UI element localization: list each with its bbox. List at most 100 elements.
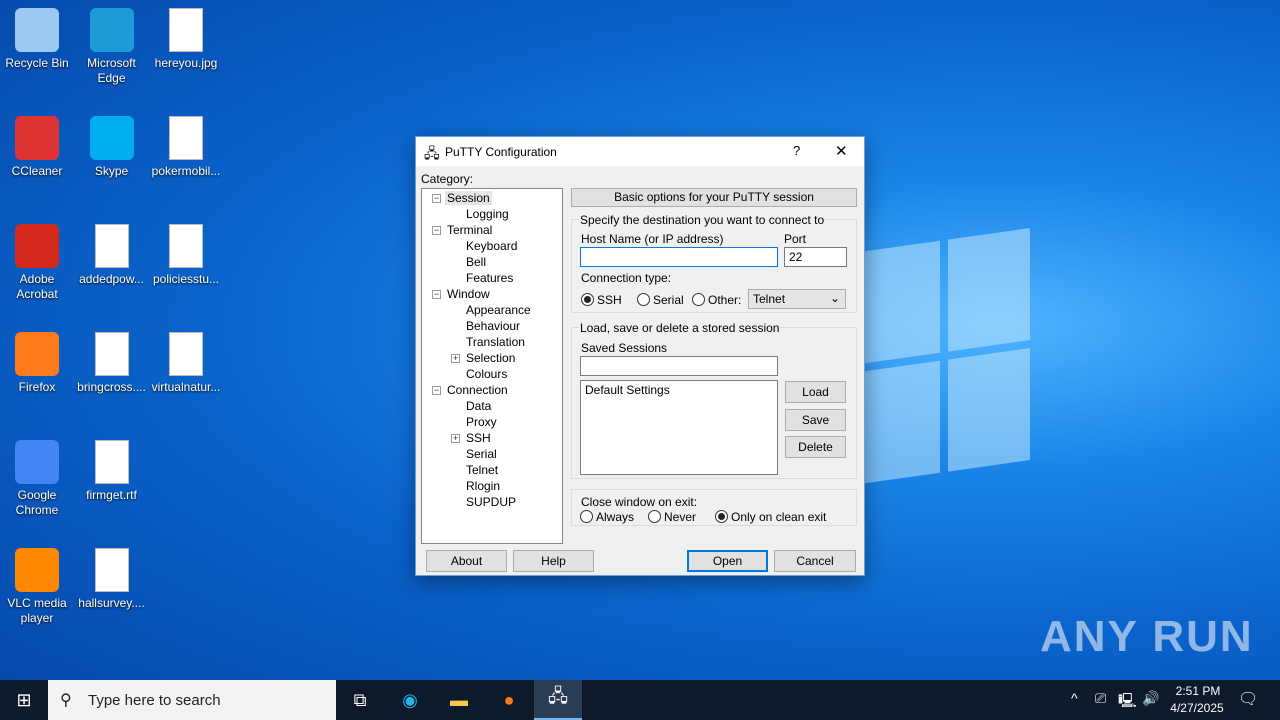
search-box[interactable]: ⚲ Type here to search	[48, 680, 336, 720]
saved-sessions-label: Saved Sessions	[581, 341, 668, 355]
desktop-icon[interactable]: Adobe Acrobat	[0, 224, 74, 302]
radio-never[interactable]: Never	[648, 510, 696, 524]
desktop-icon-label: bringcross....	[77, 380, 146, 394]
tree-item-ssh[interactable]: SSH	[466, 431, 491, 445]
saved-sessions-input[interactable]	[580, 356, 778, 376]
task-view-icon[interactable]: ⧉	[336, 680, 384, 720]
tree-item-connection[interactable]: Connection	[447, 383, 508, 397]
help-dialog-button[interactable]: Help	[513, 550, 594, 572]
desktop-icon-label: CCleaner	[11, 164, 63, 178]
notifications-icon[interactable]: 🗨	[1238, 689, 1258, 709]
delete-button[interactable]: Delete	[785, 436, 846, 458]
host-name-input[interactable]	[580, 247, 778, 267]
save-button[interactable]: Save	[785, 409, 846, 431]
tree-item-supdup[interactable]: SUPDUP	[466, 495, 516, 509]
file-icon	[169, 332, 203, 376]
about-button[interactable]: About	[426, 550, 507, 572]
tree-item-telnet[interactable]: Telnet	[466, 463, 498, 477]
app-icon	[15, 440, 59, 484]
desktop-icon[interactable]: CCleaner	[0, 116, 74, 179]
desktop-icon[interactable]: Google Chrome	[0, 440, 74, 518]
clock-time[interactable]: 2:51 PM	[1173, 684, 1223, 698]
volume-icon[interactable]: 🔊	[1142, 690, 1159, 707]
tree-item-selection[interactable]: Selection	[466, 351, 515, 365]
tree-item-serial[interactable]: Serial	[466, 447, 497, 461]
app-icon	[89, 116, 134, 160]
tree-item-session[interactable]: Session	[445, 191, 492, 205]
desktop-icon[interactable]: addedpow...	[75, 224, 149, 287]
load-button[interactable]: Load	[785, 381, 846, 403]
desktop-icon[interactable]: VLC media player	[0, 548, 74, 626]
desktop-icon-label: policiesstu...	[152, 272, 220, 286]
collapse-icon[interactable]: −	[432, 290, 441, 299]
port-input[interactable]: 22	[784, 247, 847, 267]
desktop-icon-label: hereyou.jpg	[154, 56, 218, 70]
port-label: Port	[784, 232, 807, 246]
tree-item-translation[interactable]: Translation	[466, 335, 525, 349]
edge-taskbar-icon[interactable]: ◉	[386, 680, 434, 720]
app-icon	[15, 8, 59, 52]
title-bar[interactable]: 🖧 PuTTY Configuration ? ✕	[416, 137, 864, 166]
protocol-select[interactable]: Telnet ⌄	[748, 289, 846, 309]
radio-other[interactable]: Other:	[692, 293, 741, 307]
expand-icon[interactable]: +	[451, 434, 460, 443]
app-icon	[15, 224, 59, 268]
desktop-icon[interactable]: hallsurvey....	[75, 548, 149, 611]
tree-item-appearance[interactable]: Appearance	[466, 303, 531, 317]
app-icon	[15, 548, 59, 592]
putty-configuration-dialog: 🖧 PuTTY Configuration ? ✕ Category: Sess…	[415, 136, 865, 576]
chevron-up-icon[interactable]: ^	[1071, 690, 1078, 706]
clock-date[interactable]: 4/27/2025	[1166, 701, 1228, 715]
radio-always[interactable]: Always	[580, 510, 634, 524]
collapse-icon[interactable]: −	[432, 226, 441, 235]
desktop-icon[interactable]: Microsoft Edge	[75, 8, 149, 86]
tree-item-bell[interactable]: Bell	[466, 255, 486, 269]
desktop-icon[interactable]: pokermobil...	[149, 116, 223, 179]
file-explorer-icon[interactable]: ▬	[435, 680, 483, 720]
tree-item-data[interactable]: Data	[466, 399, 491, 413]
tree-item-colours[interactable]: Colours	[466, 367, 507, 381]
category-tree[interactable]: Session − Logging Terminal − Keyboard Bell Feat…	[421, 188, 563, 544]
putty-taskbar-icon[interactable]: 🖧	[534, 680, 582, 720]
desktop-icon-label: Google Chrome	[15, 488, 59, 517]
network-icon[interactable]: 🖳	[1118, 690, 1137, 714]
help-button[interactable]: ?	[793, 143, 800, 158]
meet-now-icon[interactable]: ⎚	[1095, 690, 1106, 707]
desktop-icon-label: VLC media player	[7, 596, 67, 625]
expand-icon[interactable]: +	[451, 354, 460, 363]
desktop-icon-label: Adobe Acrobat	[16, 272, 58, 301]
collapse-icon[interactable]: −	[432, 386, 441, 395]
file-icon	[94, 440, 129, 484]
radio-ssh[interactable]: SSH	[581, 293, 622, 307]
desktop-icon[interactable]: firmget.rtf	[75, 440, 149, 503]
desktop-icon[interactable]: bringcross....	[75, 332, 149, 395]
desktop-icon-label: pokermobil...	[151, 164, 221, 178]
cancel-button[interactable]: Cancel	[774, 550, 856, 572]
sessions-list[interactable]: Default Settings	[580, 380, 778, 475]
desktop-icon[interactable]: Recycle Bin	[0, 8, 74, 71]
desktop-icon[interactable]: policiesstu...	[149, 224, 223, 287]
start-button[interactable]: ⊞	[0, 680, 48, 720]
radio-serial[interactable]: Serial	[637, 293, 684, 307]
desktop-icon[interactable]: Firefox	[0, 332, 74, 395]
tree-item-behaviour[interactable]: Behaviour	[466, 319, 520, 333]
tree-item-features[interactable]: Features	[466, 271, 513, 285]
firefox-taskbar-icon[interactable]: ●	[485, 680, 533, 720]
desktop-icon[interactable]: virtualnatur...	[149, 332, 223, 395]
tree-item-terminal[interactable]: Terminal	[447, 223, 492, 237]
session-item-default[interactable]: Default Settings	[585, 383, 773, 397]
desktop-icon[interactable]: Skype	[75, 116, 149, 179]
section-header: Basic options for your PuTTY session	[571, 188, 857, 207]
taskbar: ⊞ ⚲ Type here to search ⧉ ◉ ▬ ● 🖧 ^ ⎚ 🖳 …	[0, 680, 1280, 720]
desktop-icon[interactable]: hereyou.jpg	[149, 8, 223, 71]
close-button[interactable]: ✕	[835, 142, 848, 160]
radio-clean-exit[interactable]: Only on clean exit	[715, 510, 826, 524]
tree-item-logging[interactable]: Logging	[466, 207, 509, 221]
tree-item-keyboard[interactable]: Keyboard	[466, 239, 517, 253]
open-button[interactable]: Open	[687, 550, 768, 572]
tree-item-rlogin[interactable]: Rlogin	[466, 479, 500, 493]
app-icon	[89, 8, 134, 52]
tree-item-window[interactable]: Window	[447, 287, 490, 301]
collapse-icon[interactable]: −	[432, 194, 441, 203]
tree-item-proxy[interactable]: Proxy	[466, 415, 497, 429]
